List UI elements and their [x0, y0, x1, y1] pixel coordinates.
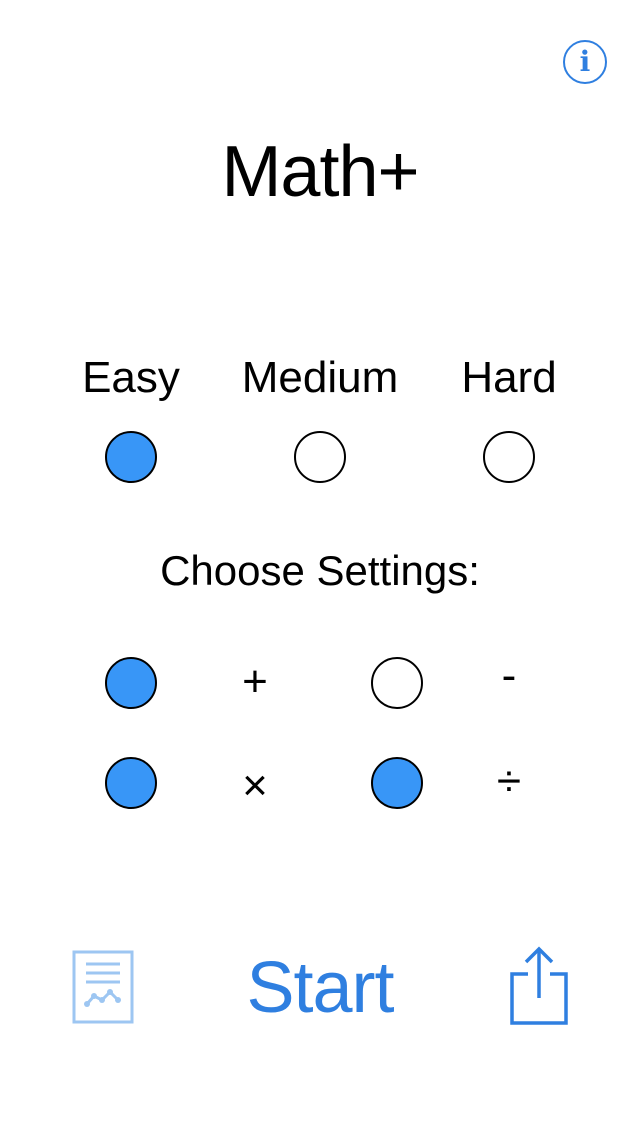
difficulty-radio-hard[interactable] — [483, 431, 535, 483]
toggle-subtraction[interactable] — [371, 657, 423, 709]
toggle-addition[interactable] — [105, 657, 157, 709]
difficulty-label-medium: Medium — [241, 353, 399, 402]
start-button[interactable]: Start — [200, 948, 440, 1028]
app-title: Math+ — [221, 132, 419, 212]
info-button[interactable]: i — [563, 40, 607, 84]
division-symbol: ÷ — [496, 757, 522, 806]
settings-heading: Choose Settings: — [160, 547, 480, 594]
share-icon[interactable] — [510, 946, 568, 1026]
difficulty-label-hard: Hard — [461, 353, 557, 402]
difficulty-radio-easy[interactable] — [105, 431, 157, 483]
subtraction-symbol: - — [501, 651, 517, 700]
addition-symbol: + — [242, 657, 268, 706]
stats-document-icon[interactable] — [72, 950, 134, 1024]
multiplication-symbol: × — [242, 761, 268, 810]
difficulty-radio-medium[interactable] — [294, 431, 346, 483]
difficulty-label-easy: Easy — [82, 353, 180, 402]
toggle-multiplication[interactable] — [105, 757, 157, 809]
toggle-division[interactable] — [371, 757, 423, 809]
